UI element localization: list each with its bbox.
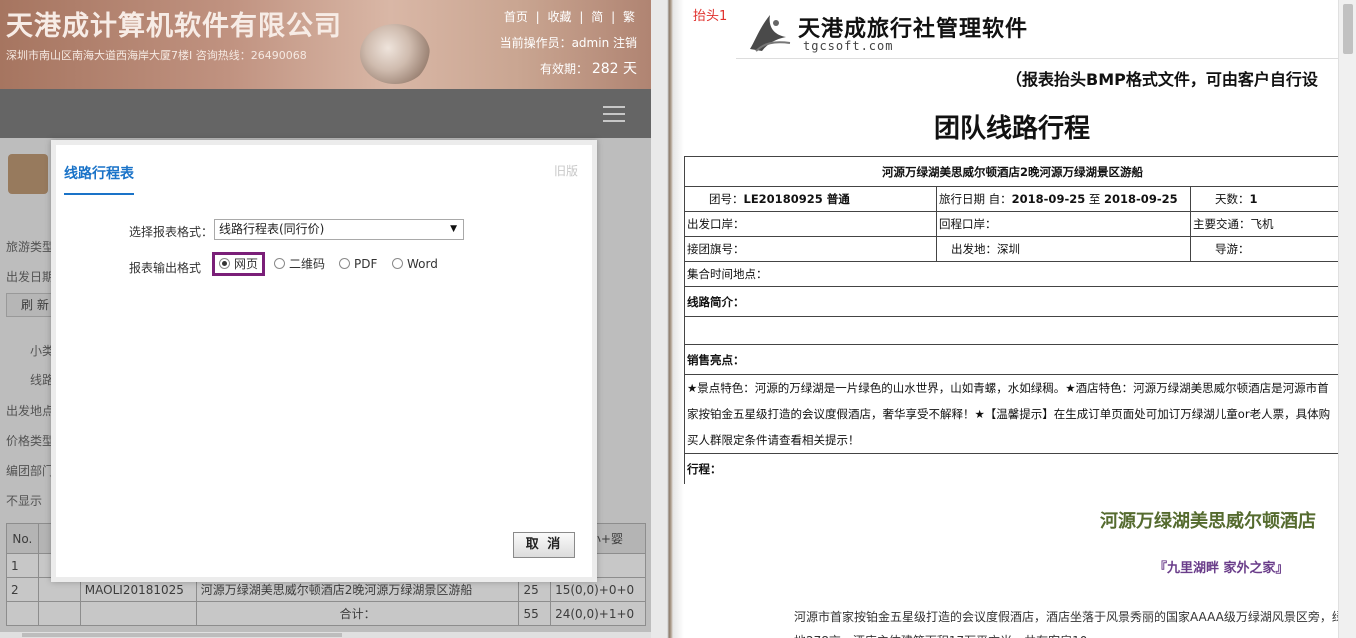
days-cell: 天数：1 [1189,186,1342,212]
report-format-select[interactable]: 线路行程表(同行价) ▼ [214,219,464,240]
radio-checked-icon [219,258,230,269]
tab-route-itinerary[interactable]: 线路行程表 [64,163,134,195]
hotel-title: 河源万绿湖美思威尔顿酒店 [1100,511,1316,532]
radio-unchecked-icon [274,258,285,269]
company-name: 天港成计算机软件有限公司 [6,11,342,42]
hotel-subtitle: 『九里湖畔 家外之家』 [1154,561,1289,576]
validity: 有效期： 282 天 [539,61,637,77]
report-preview-pane: 抬头1 天港成旅行社管理软件 tgcsoft.com （报表抬头BMP格式文件，… [684,0,1356,638]
header-tag: 抬头1 [693,9,728,24]
radio-web[interactable]: 网页 [212,252,266,276]
old-version-link[interactable]: 旧版 [554,162,578,179]
dropdown-arrow-icon: ▼ [450,224,457,234]
horizontal-scrollbar[interactable] [0,632,651,638]
radio-qrcode[interactable]: 二维码 [274,252,325,276]
cancel-button[interactable]: 取 消 [513,532,575,558]
nav-simplified-link[interactable]: 简 [589,10,605,24]
itinerary-table: 河源万绿湖美思威尔顿酒店2晚河源万绿湖景区游船 团号：LE20180925 普通… [684,156,1342,484]
format-label: 选择报表格式： [129,225,214,239]
current-operator[interactable]: 当前操作员：admin 注销 [500,34,637,51]
radio-unchecked-icon [392,258,403,269]
header-banner: 天港成计算机软件有限公司 深圳市南山区南海大道西海岸大厦7楼I 咨询热线：264… [0,0,651,89]
banner-decoration-image [360,24,430,84]
group-no-cell: 团号：LE20180925 普通 [684,186,937,212]
radio-unchecked-icon [339,258,350,269]
vertical-scrollbar[interactable] [1338,0,1356,638]
output-format-label: 报表输出格式 [129,261,202,275]
header-note: （报表抬头BMP格式文件，可由客户自行设 [1006,70,1318,89]
top-nav: 首页 | 收藏 | 简 | 繁 [502,10,637,24]
left-pane: 天港成计算机软件有限公司 深圳市南山区南海大道西海岸大厦7楼I 咨询热线：264… [0,0,651,638]
highlights-text: ★景点特色：河源的万绿湖是一片绿色的山水世界，山如青螺，水如绿稠。★酒店特色：河… [684,374,1342,454]
radio-pdf[interactable]: PDF [339,252,377,276]
radio-word[interactable]: Word [392,252,438,276]
nav-traditional-link[interactable]: 繁 [621,10,637,24]
report-title: 团队线路行程 [934,114,1091,144]
pane-splitter[interactable] [651,0,684,638]
travel-date-cell: 旅行日期 自：2018-09-25 至 2018-09-25 [936,186,1191,212]
trip-title: 河源万绿湖美思威尔顿酒店2晚河源万绿湖景区游船 [684,156,1342,187]
validity-days: 282 天 [591,61,637,77]
nav-favorite-link[interactable]: 收藏 [546,10,574,24]
company-logo-icon [750,15,791,52]
report-format-dialog: 线路行程表 旧版 选择报表格式： 线路行程表(同行价) ▼ 报表输出格式 网页 … [51,140,597,582]
company-address: 深圳市南山区南海大道西海岸大厦7楼I 咨询热线：26490068 [6,49,307,62]
logo-url: tgcsoft.com [803,39,894,53]
nav-home-link[interactable]: 首页 [502,10,530,24]
hotel-description: 河源市首家按铂金五星级打造的会议度假酒店，酒店坐落于风景秀丽的国家AAAA级万绿… [794,610,1344,638]
